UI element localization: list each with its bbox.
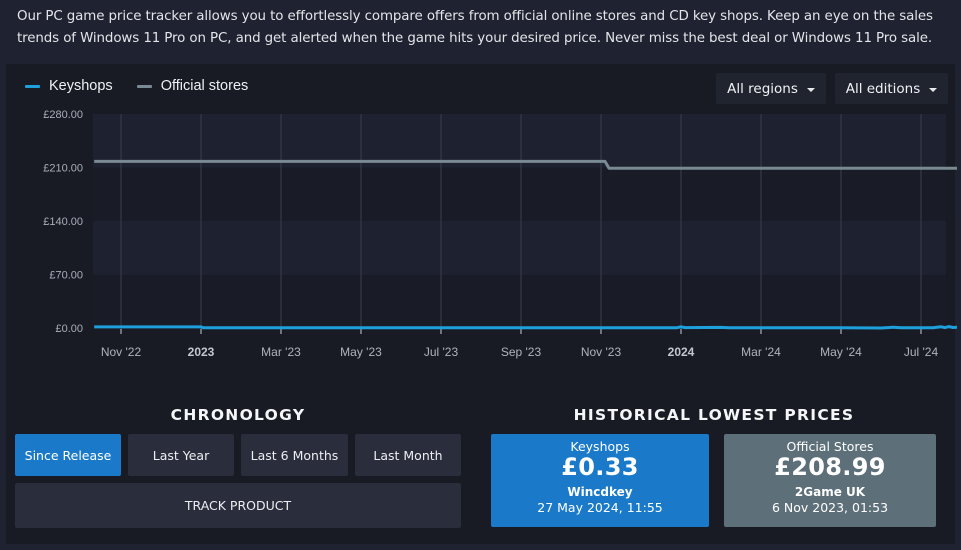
x-tick-label: Mar '23 [261,345,301,359]
y-tick-label: £280.00 [43,109,83,121]
chronology-title: CHRONOLOGY [170,406,306,424]
chart-band [93,114,946,168]
official-stores-swatch-icon [136,84,152,88]
chart-band [93,274,946,328]
x-tick-label: Nov '23 [581,345,622,359]
chart-band [93,167,946,221]
x-tick-label: 2023 [188,345,215,359]
legend-label-keyshops: Keyshops [49,78,113,94]
keyshops-lowest-card[interactable]: Keyshops £0.33 Wincdkey 27 May 2024, 11:… [491,434,709,527]
x-tick-label: Jul '23 [424,345,459,359]
official-lowest-date: 6 Nov 2023, 01:53 [771,500,889,515]
region-dropdown-value: All regions [727,80,798,97]
keyshops-card-label: Keyshops [570,439,630,454]
x-tick-label: May '23 [340,345,382,359]
legend-item-official-stores[interactable]: Official stores [136,78,249,94]
y-tick-label: £140.00 [43,216,83,228]
official-lowest-shop: 2Game UK [794,485,866,499]
x-tick-label: Mar '24 [741,345,781,359]
chevron-down-icon [806,87,815,92]
official-card-label: Official Stores [786,439,874,454]
chart-band [93,221,946,275]
region-dropdown[interactable]: All regions [716,73,826,104]
historical-lowest-title: HISTORICAL LOWEST PRICES [573,406,855,424]
track-product-button[interactable]: TRACK PRODUCT [15,483,461,528]
x-tick-label: May '24 [820,345,862,359]
legend-item-keyshops[interactable]: Keyshops [25,78,113,94]
last-month-button[interactable]: Last Month [355,434,461,476]
chevron-down-icon [929,87,938,92]
x-tick-label: 2024 [668,345,695,359]
legend-label-official-stores: Official stores [160,78,249,94]
edition-dropdown-value: All editions [845,80,921,97]
keyshops-lowest-date: 27 May 2024, 11:55 [537,500,663,515]
series-line-keyshops [94,325,958,330]
x-tick-label: Sep '23 [501,345,542,359]
price-history-chart: £0.00 £70.00 £140.00 £210.00 £280.00 Nov '22 2… [43,109,958,359]
y-tick-label: £70.00 [49,270,83,282]
keyshops-lowest-shop: Wincdkey [567,485,633,499]
official-lowest-price: £208.99 [774,453,886,481]
last-6-months-button[interactable]: Last 6 Months [241,434,348,476]
keyshops-lowest-price: £0.33 [561,453,639,481]
edition-dropdown[interactable]: All editions [835,73,948,104]
x-tick-label: Nov '22 [101,345,142,359]
chart-legend: Keyshops Official stores [25,78,248,94]
official-stores-lowest-card[interactable]: Official Stores £208.99 2Game UK 6 Nov 2… [724,434,936,527]
x-tick-label: Jul '24 [904,345,939,359]
last-year-button[interactable]: Last Year [128,434,234,476]
since-release-button[interactable]: Since Release [15,434,121,476]
y-tick-label: £0.00 [55,323,83,335]
y-tick-label: £210.00 [43,163,83,175]
keyshops-swatch-icon [25,84,40,88]
